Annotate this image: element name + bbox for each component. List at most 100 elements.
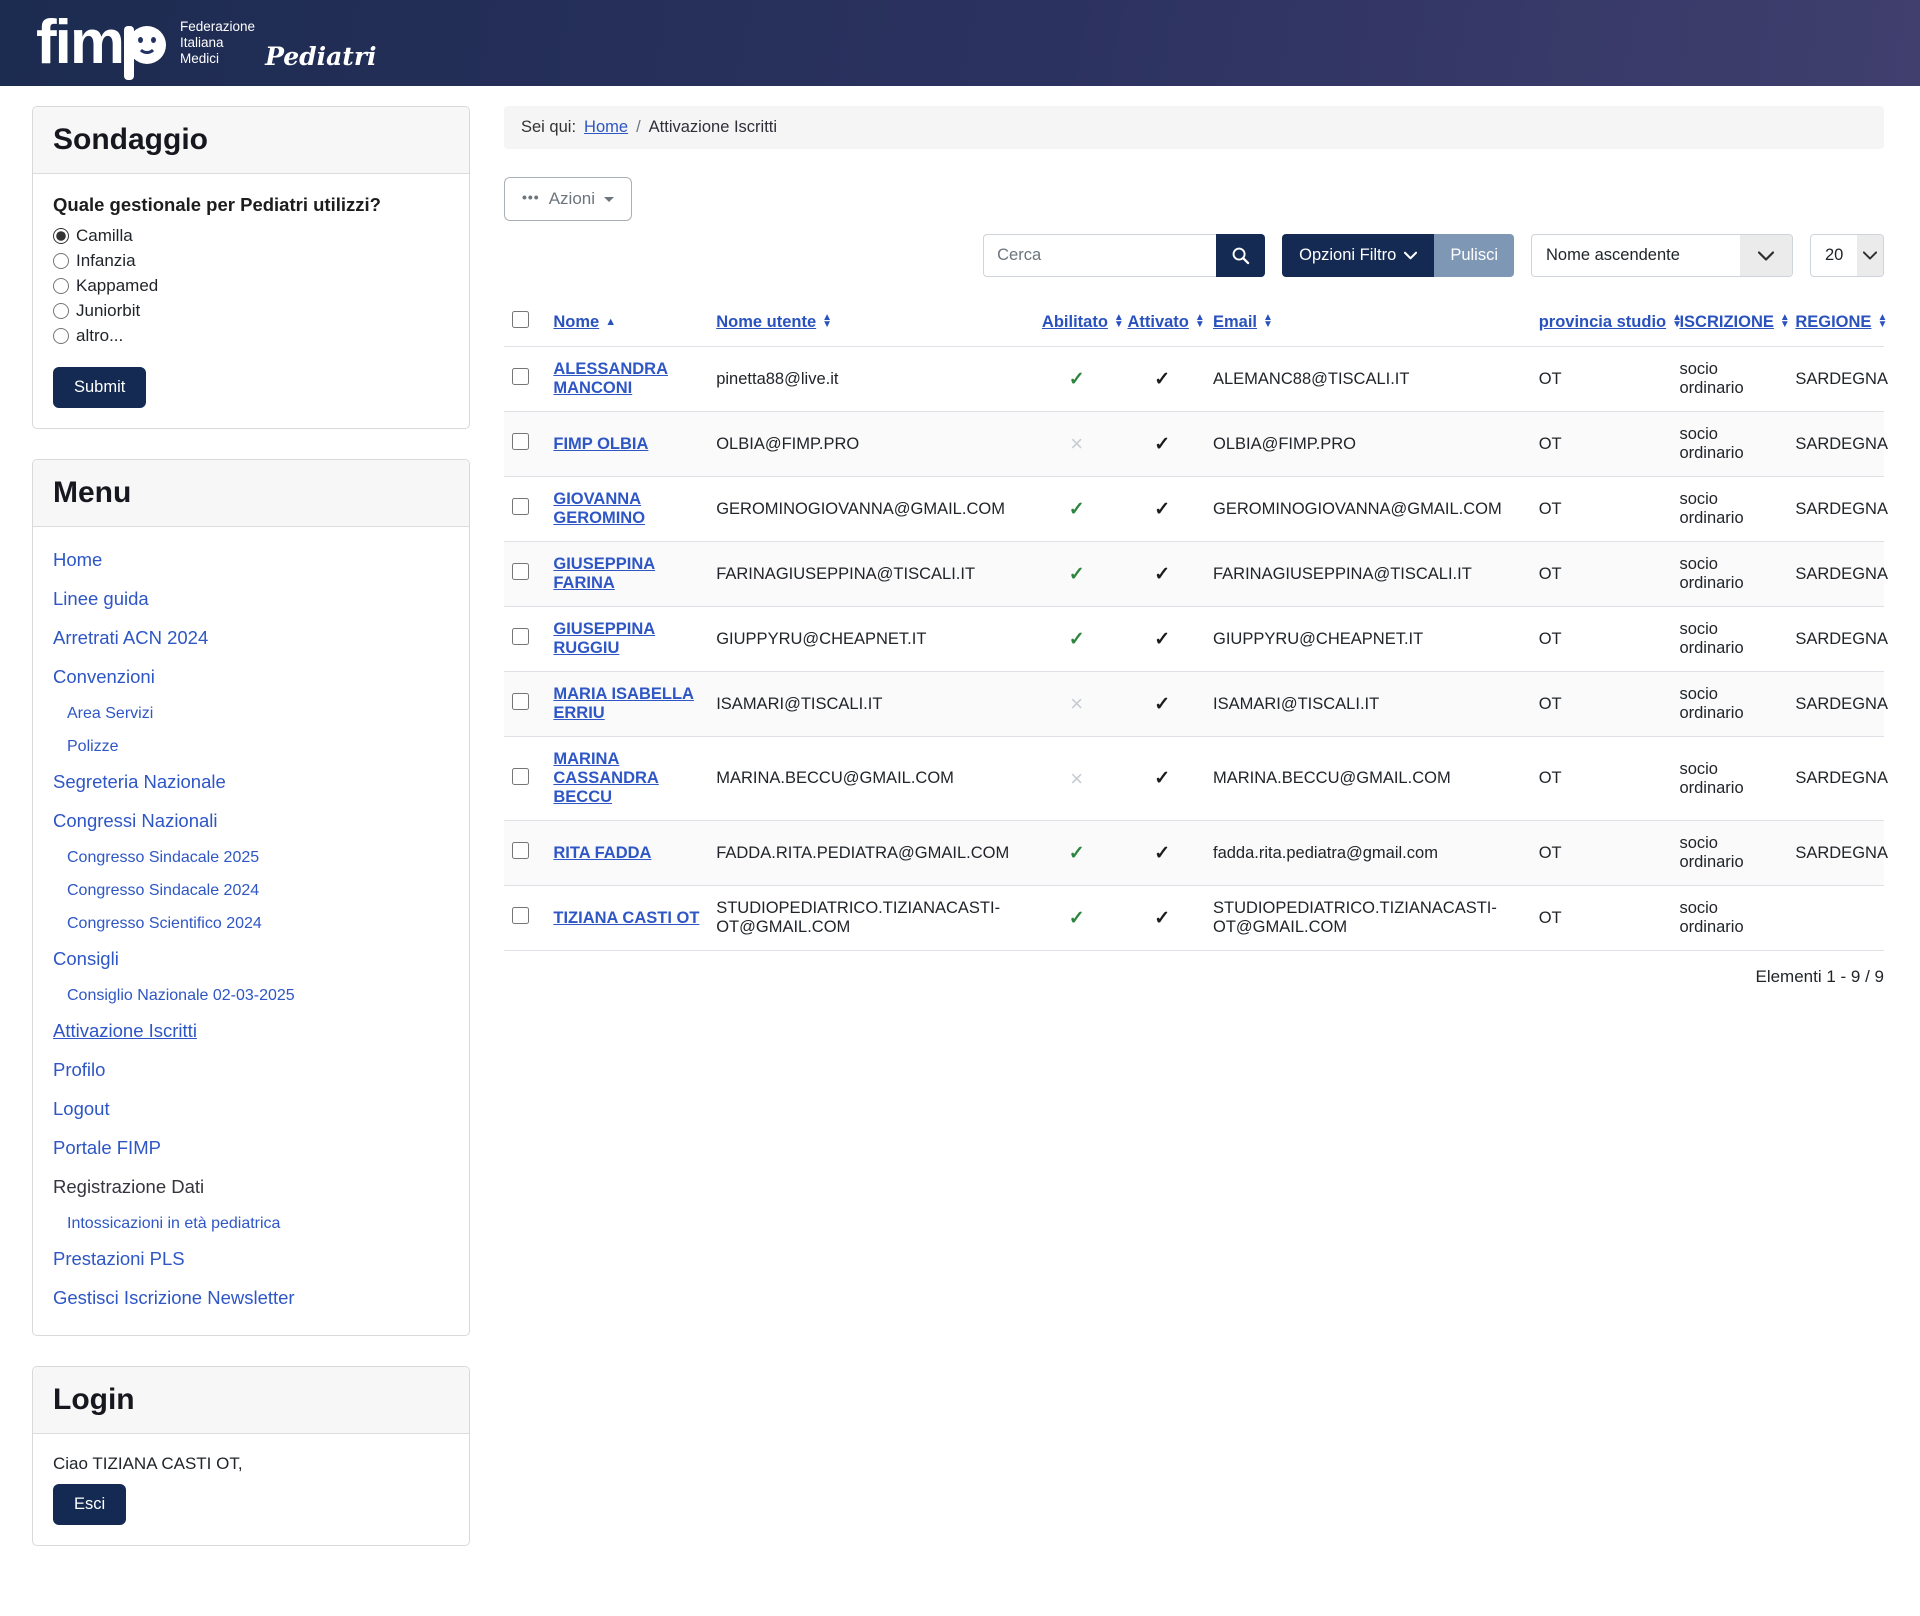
radio-infanzia[interactable] xyxy=(53,253,69,269)
member-name-link[interactable]: FIMP OLBIA xyxy=(553,435,648,453)
sidebar-item-linee-guida[interactable]: Linee guida xyxy=(53,588,449,610)
sort-header-regione[interactable]: REGIONE xyxy=(1795,313,1887,331)
abilitato-cell xyxy=(1034,886,1120,951)
radio-option-juniorbit[interactable]: Juniorbit xyxy=(53,301,449,321)
sort-header-abilitato[interactable]: Abilitato xyxy=(1042,313,1124,331)
member-name-link[interactable]: GIUSEPPINA FARINA xyxy=(553,555,655,592)
email-cell: GEROMINOGIOVANNA@GMAIL.COM xyxy=(1205,477,1531,542)
sort-header-nome[interactable]: Nome xyxy=(553,313,616,331)
sidebar-item-area-servizi[interactable]: Area Servizi xyxy=(67,705,449,723)
logo-org-text: Federazione Italiana Medici xyxy=(180,19,255,68)
row-checkbox[interactable] xyxy=(512,693,529,710)
logo-org-line1: Federazione xyxy=(180,19,255,35)
sidebar-item-attivazione-iscritti[interactable]: Attivazione Iscritti xyxy=(53,1020,449,1042)
sidebar-item-congressi-nazionali[interactable]: Congressi Nazionali xyxy=(53,810,449,832)
iscrizione-cell: socio ordinario xyxy=(1671,672,1787,737)
check-icon xyxy=(1154,434,1170,455)
abilitato-cell xyxy=(1034,821,1120,886)
filter-options-label: Opzioni Filtro xyxy=(1299,246,1396,265)
iscrizione-cell: socio ordinario xyxy=(1671,737,1787,821)
survey-card: Sondaggio Quale gestionale per Pediatri … xyxy=(32,106,470,429)
breadcrumb-home-link[interactable]: Home xyxy=(584,118,628,137)
attivato-cell xyxy=(1119,542,1205,607)
radio-option-camilla[interactable]: Camilla xyxy=(53,226,449,246)
sidebar-item-congresso-sindacale-2024[interactable]: Congresso Sindacale 2024 xyxy=(67,882,449,900)
sort-order-value: Nome ascendente xyxy=(1532,235,1740,276)
row-checkbox[interactable] xyxy=(512,433,529,450)
member-name-link[interactable]: ALESSANDRA MANCONI xyxy=(553,360,668,397)
provincia-cell: OT xyxy=(1531,886,1672,951)
sidebar-item-profilo[interactable]: Profilo xyxy=(53,1059,449,1081)
table-row: ALESSANDRA MANCONI pinetta88@live.it ALE… xyxy=(504,347,1884,412)
radio-camilla[interactable] xyxy=(53,228,69,244)
member-name-link[interactable]: TIZIANA CASTI OT xyxy=(553,909,699,927)
row-checkbox[interactable] xyxy=(512,563,529,580)
sidebar-item-registrazione-dati: Registrazione Dati xyxy=(53,1176,449,1198)
sidebar-item-congresso-sindacale-2025[interactable]: Congresso Sindacale 2025 xyxy=(67,849,449,867)
sidebar-item-congresso-scientifico-2024[interactable]: Congresso Scientifico 2024 xyxy=(67,915,449,933)
member-name-link[interactable]: RITA FADDA xyxy=(553,844,651,862)
sidebar-item-home[interactable]: Home xyxy=(53,549,449,571)
row-checkbox[interactable] xyxy=(512,368,529,385)
radio-kappamed[interactable] xyxy=(53,278,69,294)
menu-card: Menu Home Linee guida Arretrati ACN 2024… xyxy=(32,459,470,1336)
sort-header-iscrizione[interactable]: ISCRIZIONE xyxy=(1679,313,1789,331)
filter-options-button[interactable]: Opzioni Filtro xyxy=(1282,234,1434,277)
sidebar-item-polizze[interactable]: Polizze xyxy=(67,738,449,756)
sidebar-item-intossicazioni[interactable]: Intossicazioni in età pediatrica xyxy=(67,1215,449,1233)
sort-asc-icon xyxy=(605,317,616,328)
menu-title: Menu xyxy=(53,476,131,509)
radio-option-altro[interactable]: altro... xyxy=(53,326,449,346)
logo-text: fim xyxy=(36,12,123,74)
sidebar-item-segreteria-nazionale[interactable]: Segreteria Nazionale xyxy=(53,771,449,793)
row-checkbox[interactable] xyxy=(512,907,529,924)
iscrizione-cell: socio ordinario xyxy=(1671,412,1787,477)
cross-icon xyxy=(1070,770,1083,791)
select-all-checkbox[interactable] xyxy=(512,311,529,328)
sidebar-item-prestazioni-pls[interactable]: Prestazioni PLS xyxy=(53,1248,449,1270)
sidebar-item-arretrati-acn[interactable]: Arretrati ACN 2024 xyxy=(53,627,449,649)
username-cell: MARINA.BECCU@GMAIL.COM xyxy=(708,737,1034,821)
member-name-link[interactable]: MARINA CASSANDRA BECCU xyxy=(553,750,658,806)
regione-cell: SARDEGNA xyxy=(1787,412,1884,477)
attivato-cell xyxy=(1119,672,1205,737)
actions-dropdown-button[interactable]: ••• Azioni xyxy=(504,177,632,221)
table-row: FIMP OLBIA OLBIA@FIMP.PRO OLBIA@FIMP.PRO… xyxy=(504,412,1884,477)
row-checkbox[interactable] xyxy=(512,842,529,859)
sort-header-provincia[interactable]: provincia studio xyxy=(1539,313,1682,331)
page-size-select[interactable]: 20 xyxy=(1810,234,1884,277)
row-checkbox[interactable] xyxy=(512,498,529,515)
username-cell: GIUPPYRU@CHEAPNET.IT xyxy=(708,607,1034,672)
logo-p-smiley-icon xyxy=(124,4,166,82)
member-name-link[interactable]: GIUSEPPINA RUGGIU xyxy=(553,620,655,657)
sort-header-attivato[interactable]: Attivato xyxy=(1127,313,1204,331)
radio-juniorbit[interactable] xyxy=(53,303,69,319)
clear-filters-button[interactable]: Pulisci xyxy=(1434,234,1514,277)
table-row: MARIA ISABELLA ERRIU ISAMARI@TISCALI.IT … xyxy=(504,672,1884,737)
row-checkbox[interactable] xyxy=(512,768,529,785)
sidebar-item-consigli[interactable]: Consigli xyxy=(53,948,449,970)
sort-header-nome-utente[interactable]: Nome utente xyxy=(716,313,832,331)
radio-option-kappamed[interactable]: Kappamed xyxy=(53,276,449,296)
radio-altro[interactable] xyxy=(53,328,69,344)
regione-cell: SARDEGNA xyxy=(1787,347,1884,412)
sort-both-icon xyxy=(822,314,832,328)
sidebar-item-convenzioni[interactable]: Convenzioni xyxy=(53,666,449,688)
row-checkbox[interactable] xyxy=(512,628,529,645)
site-header: fim Federazione Italiana Medici Pediatri xyxy=(0,0,1920,86)
radio-option-infanzia[interactable]: Infanzia xyxy=(53,251,449,271)
search-button[interactable] xyxy=(1216,234,1265,277)
sidebar-item-portale-fimp[interactable]: Portale FIMP xyxy=(53,1137,449,1159)
member-name-link[interactable]: GIOVANNA GEROMINO xyxy=(553,490,645,527)
attivato-cell xyxy=(1119,477,1205,542)
email-cell: FARINAGIUSEPPINA@TISCALI.IT xyxy=(1205,542,1531,607)
search-input[interactable] xyxy=(983,234,1216,277)
member-name-link[interactable]: MARIA ISABELLA ERRIU xyxy=(553,685,694,722)
logout-esci-button[interactable]: Esci xyxy=(53,1484,126,1525)
submit-button[interactable]: Submit xyxy=(53,367,146,408)
sort-header-email[interactable]: Email xyxy=(1213,313,1273,331)
sidebar-item-logout[interactable]: Logout xyxy=(53,1098,449,1120)
sidebar-item-consiglio-nazionale[interactable]: Consiglio Nazionale 02-03-2025 xyxy=(67,987,449,1005)
sort-order-select[interactable]: Nome ascendente xyxy=(1531,234,1793,277)
regione-cell: SARDEGNA xyxy=(1787,542,1884,607)
